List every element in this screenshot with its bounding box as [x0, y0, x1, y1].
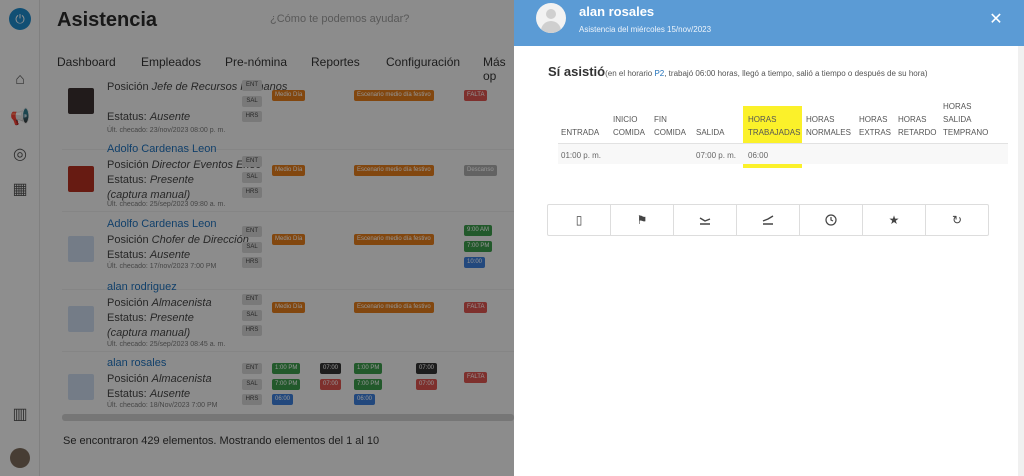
- attendance-status-detail: (en el horario P2, trabajó 06:00 horas, …: [605, 69, 928, 78]
- cell-entrada: 01:00 p. m.: [561, 151, 602, 160]
- action-toolbar: ▯ ⚑ ★ ↻: [547, 204, 989, 236]
- cell-salida: 07:00 p. m.: [696, 151, 737, 160]
- header-horas-trabajadas: HORAS TRABAJADAS: [748, 115, 801, 137]
- panel-scrollbar[interactable]: [1018, 46, 1024, 476]
- star-icon[interactable]: ★: [863, 205, 926, 235]
- header-horas-normales: HORAS NORMALES: [806, 115, 851, 137]
- landing-icon[interactable]: [674, 205, 737, 235]
- takeoff-icon[interactable]: [737, 205, 800, 235]
- header-salida: SALIDA: [696, 128, 725, 137]
- employee-avatar-icon: [536, 3, 566, 33]
- close-icon[interactable]: ✕: [988, 12, 1004, 28]
- table-row-bg: [558, 144, 1008, 164]
- mobile-icon[interactable]: ▯: [548, 205, 611, 235]
- header-horas-retardo: HORAS RETARDO: [898, 115, 937, 137]
- header-entrada: ENTRADA: [561, 128, 600, 137]
- employee-name: alan rosales: [579, 4, 655, 19]
- attendance-date: Asistencia del miércoles 15/nov/2023: [579, 25, 712, 34]
- cell-horas-trabajadas: 06:00: [748, 151, 769, 160]
- refresh-icon[interactable]: ↻: [926, 205, 988, 235]
- header-fin-comida: FIN COMIDA: [654, 115, 686, 137]
- panel-header: alan rosales Asistencia del miércoles 15…: [514, 0, 1024, 46]
- attendance-summary: Sí asistió(en el horario P2, trabajó 06:…: [548, 63, 928, 81]
- flag-icon[interactable]: ⚑: [611, 205, 674, 235]
- attendance-status: Sí asistió: [548, 64, 606, 79]
- schedule-link[interactable]: P2: [654, 69, 664, 78]
- header-inicio-comida: INICIO COMIDA: [613, 115, 645, 137]
- header-horas-extras: HORAS EXTRAS: [859, 115, 892, 137]
- header-horas-salida-temprano: HORAS SALIDA TEMPRANO: [943, 102, 989, 137]
- attendance-detail-panel: alan rosales Asistencia del miércoles 15…: [514, 0, 1024, 476]
- clock-icon[interactable]: [800, 205, 863, 235]
- table-divider: [558, 143, 1008, 144]
